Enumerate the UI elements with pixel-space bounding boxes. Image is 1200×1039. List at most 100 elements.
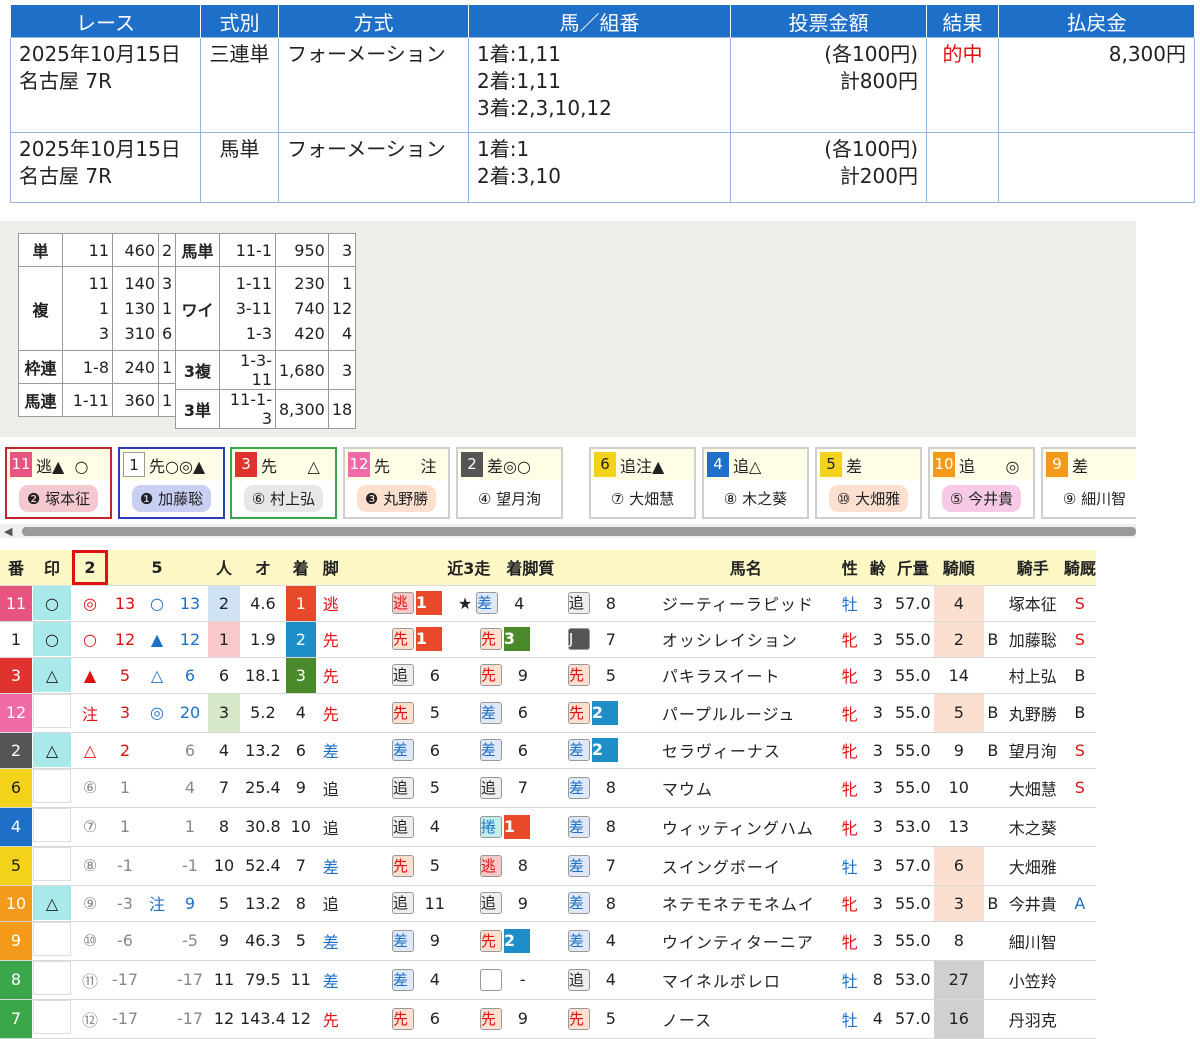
jockey-pill[interactable]: ⑦ 大畑慧 — [602, 484, 683, 512]
horse-name[interactable]: ウインティターニア — [655, 921, 836, 961]
horse-name[interactable]: スイングボーイ — [655, 846, 836, 886]
scroll-left-arrow-icon[interactable]: ◀ — [4, 525, 12, 538]
mark-cell[interactable]: ○ — [32, 621, 72, 658]
column-header[interactable]: 斤量 — [891, 550, 934, 586]
horse-name[interactable]: ジーティーラピッド — [655, 585, 836, 622]
column-header[interactable]: オ — [240, 550, 286, 586]
table-row[interactable]: 2 △ △ 2 6 4 13.2 6 差差 6 差 6 差 2 セラヴィーナス牝 3 55.0 9 B 望月洵 S — [0, 732, 1096, 769]
user-mark[interactable]: △ — [33, 733, 71, 767]
jockey-pill[interactable]: ④ 望月洵 — [469, 484, 550, 512]
horse-card[interactable]: 11 逃▲ ○ ❷ 塚本征 — [5, 447, 112, 519]
column-header[interactable] — [983, 550, 1002, 586]
column-header[interactable]: 着 — [285, 550, 316, 586]
jockey-name[interactable]: 望月洵 — [1001, 732, 1064, 769]
horse-name[interactable]: パープルルージュ — [655, 693, 836, 733]
jockey-pill[interactable]: ⑧ 木之葵 — [715, 484, 796, 512]
table-row[interactable]: 1 ○ ○ 12 ▲ 12 1 1.9 2 先先 1 先 3 J 7 オッシレイション牝 3 55.0 2 B 加藤聡 S — [0, 621, 1096, 658]
table-row[interactable]: 5 ⑧ -1 -1 10 52.4 7 差先 5 逃 8 差 7 スイングボーイ牡 3 57.0 6 大畑雅 — [0, 846, 1096, 886]
jockey-pill[interactable]: ⑨ 細川智 — [1054, 484, 1135, 512]
column-header[interactable]: 性 — [835, 550, 864, 586]
jockey-name[interactable]: 細川智 — [1001, 921, 1064, 961]
column-header[interactable]: 騎厩 — [1063, 550, 1096, 586]
mark-cell[interactable]: △ — [32, 657, 72, 694]
jockey-pill[interactable]: ❸ 丸野勝 — [356, 484, 437, 512]
user-mark[interactable]: ○ — [33, 586, 71, 620]
jockey-name[interactable]: 大畑慧 — [1001, 768, 1064, 808]
user-mark[interactable] — [33, 999, 71, 1034]
jockey-name[interactable]: 丸野勝 — [1001, 693, 1064, 733]
mark-cell[interactable] — [32, 693, 72, 733]
horse-name[interactable]: ノース — [655, 999, 836, 1039]
horse-name[interactable]: パキラスイート — [655, 657, 836, 694]
jockey-pill[interactable]: ⑤ 今井貴 — [941, 484, 1022, 512]
table-row[interactable]: 6 ⑥ 1 4 7 25.4 9 追追 5 追 7 差 8 マウム牝 3 55.0 10 大畑慧 S — [0, 768, 1096, 808]
column-header[interactable]: 馬名 — [655, 550, 836, 586]
horse-name[interactable]: マイネルボレロ — [655, 960, 836, 1000]
horse-name[interactable]: セラヴィーナス — [655, 732, 836, 769]
column-header[interactable]: 2 — [72, 550, 108, 586]
user-mark[interactable] — [33, 693, 71, 728]
table-row[interactable]: 12 注 3 ◎ 20 3 5.2 4 先先 5 差 6 先 2 パープルルージュ牝 3 55.0 5 B 丸野勝 B — [0, 693, 1096, 733]
horse-card[interactable]: 10 追 ◎ ⑤ 今井貴 — [928, 447, 1035, 519]
column-header[interactable]: 騎順 — [933, 550, 984, 586]
horse-card-strip[interactable]: 11 逃▲ ○ ❷ 塚本征 1 先○◎▲ ❶ 加藤聡 3 先 △ ⑥ 村上弘 12 先 注❸ 丸野勝… — [0, 445, 1136, 523]
horse-card[interactable]: 9差 ⑨ 細川智 — [1041, 447, 1136, 519]
column-header[interactable]: 騎手 — [1001, 550, 1064, 586]
table-row[interactable]: 9 ⑩ -6 -5 9 46.3 5 差差 9 先 2 差 4 ウインティターニア牝 3 55.0 8 細川智 — [0, 921, 1096, 961]
mark-cell[interactable] — [32, 846, 72, 886]
mark-cell[interactable]: △ — [32, 885, 72, 922]
user-mark[interactable] — [33, 921, 71, 956]
horse-card[interactable]: 12 先 注 ❸ 丸野勝 — [343, 447, 450, 519]
column-header[interactable]: 脚 — [315, 550, 346, 586]
table-row[interactable]: 3 △ ▲ 5 △ 6 6 18.1 3 先追 6 先 9 先 5 パキラスイート牝 3 55.0 14 村上弘 B — [0, 657, 1096, 694]
horse-name[interactable]: ネテモネテモネムイ — [655, 885, 836, 922]
horse-card[interactable]: 1 先○◎▲ ❶ 加藤聡 — [118, 447, 225, 519]
user-mark[interactable] — [33, 768, 71, 803]
mark-cell[interactable] — [32, 768, 72, 808]
horse-card[interactable]: 4 追△ ⑧ 木之葵 — [702, 447, 809, 519]
mark-cell[interactable]: ○ — [32, 585, 72, 622]
table-row[interactable]: 10 △ ⑨ -3 注 9 5 13.2 8 追追 11 追 9 差 8 ネテモネテモネムイ牝 3 55.0 3 B 今… — [0, 885, 1096, 922]
user-mark[interactable]: △ — [33, 658, 71, 692]
jockey-pill[interactable]: ❷ 塚本征 — [18, 484, 99, 512]
mark-cell[interactable] — [32, 921, 72, 961]
table-row[interactable]: 4 ⑦ 1 1 8 30.8 10 追追 4 捲 1 差 8 ウィッティングハム牝 3 53.0 13 木之葵 — [0, 807, 1096, 847]
mark-cell[interactable]: △ — [32, 732, 72, 769]
jockey-pill[interactable]: ⑩ 大畑雅 — [828, 484, 909, 512]
column-header[interactable]: 番 — [0, 550, 32, 586]
horse-card[interactable]: 2 差◎○ ④ 望月洵 — [456, 447, 563, 519]
horse-name[interactable]: オッシレイション — [655, 621, 836, 658]
mark-cell[interactable] — [32, 999, 72, 1039]
jockey-name[interactable]: 村上弘 — [1001, 657, 1064, 694]
table-row[interactable]: 11 ○ ◎ 13 ○ 13 2 4.6 1 逃逃 1 ★ 差 4 追 8 ジーティーラピッド牡 3 57.0 4 塚本… — [0, 585, 1096, 622]
column-header[interactable]: 齢 — [863, 550, 892, 586]
column-header[interactable]: 人 — [208, 550, 240, 586]
mark-cell[interactable] — [32, 960, 72, 1000]
user-mark[interactable] — [33, 960, 71, 995]
horse-name[interactable]: マウム — [655, 768, 836, 808]
user-mark[interactable]: ○ — [33, 622, 71, 656]
horse-card[interactable]: 6 追注▲ ⑦ 大畑慧 — [589, 447, 696, 519]
user-mark[interactable]: △ — [33, 886, 71, 920]
jockey-name[interactable]: 大畑雅 — [1001, 846, 1064, 886]
horse-name[interactable]: ウィッティングハム — [655, 807, 836, 847]
horse-card[interactable]: 5差 ⑩ 大畑雅 — [815, 447, 922, 519]
table-row[interactable]: 8 ⑪ -17 -17 11 79.5 11 差差 4- 追 4 マイネルボレロ牡 8 53.0 27 小笠羚 — [0, 960, 1096, 1000]
user-mark[interactable] — [33, 846, 71, 881]
jockey-name[interactable]: 木之葵 — [1001, 807, 1064, 847]
jockey-name[interactable]: 丹羽克 — [1001, 999, 1064, 1039]
jockey-pill[interactable]: ❶ 加藤聡 — [131, 484, 212, 512]
column-header[interactable]: 印 — [32, 550, 72, 586]
jockey-name[interactable]: 加藤聡 — [1001, 621, 1064, 658]
jockey-name[interactable]: 小笠羚 — [1001, 960, 1064, 1000]
jockey-name[interactable]: 塚本征 — [1001, 585, 1064, 622]
horse-card[interactable]: 3先 △ ⑥ 村上弘 — [230, 447, 337, 519]
jockey-pill[interactable]: ⑥ 村上弘 — [243, 484, 324, 512]
mark-cell[interactable] — [32, 807, 72, 847]
jockey-name[interactable]: 今井貴 — [1001, 885, 1064, 922]
column-header[interactable] — [172, 550, 208, 586]
column-header[interactable]: 5 — [142, 550, 172, 586]
scrollbar-thumb[interactable] — [22, 527, 1136, 536]
table-row[interactable]: 7 ⑫ -17 -17 12 143.4 12 先先 6 先 9 先 5 ノース牡 4 57.0 16 丹羽克 — [0, 999, 1096, 1039]
column-header[interactable]: 近3走 着脚質 — [345, 550, 656, 586]
